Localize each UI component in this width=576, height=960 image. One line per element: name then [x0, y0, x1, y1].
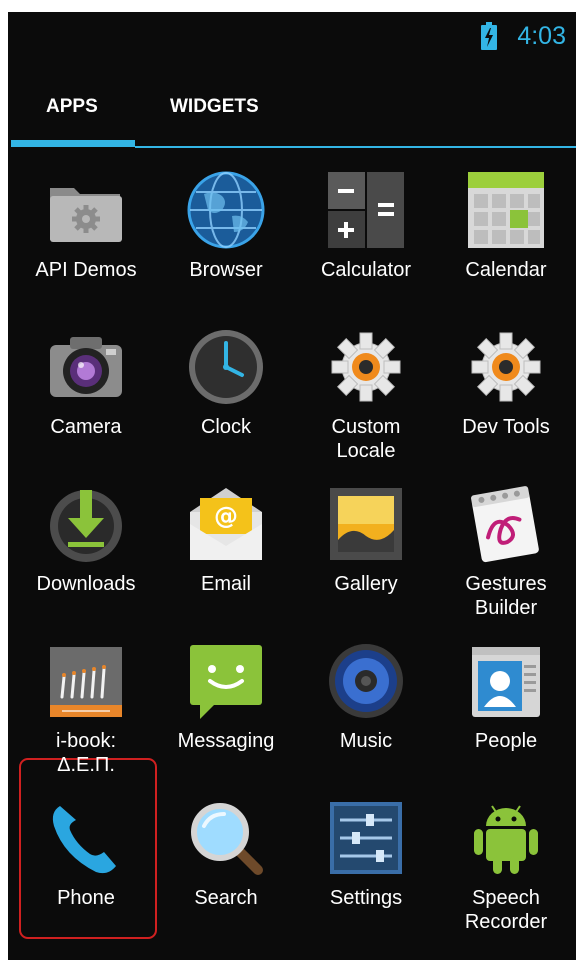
app-gallery[interactable]: Gallery — [296, 468, 436, 620]
svg-text:@: @ — [214, 502, 238, 530]
magnifier-icon — [191, 803, 263, 875]
app-label: People — [474, 730, 538, 752]
app-dev-tools[interactable]: Dev Tools — [436, 311, 576, 463]
app-label: API Demos — [35, 259, 137, 281]
gear-icon — [331, 332, 401, 402]
app-label: Dev Tools — [462, 416, 550, 438]
app-label: Custom Locale — [331, 416, 401, 462]
app-label: Settings — [329, 887, 403, 909]
folder-gear-icon — [50, 188, 122, 242]
app-ibook-dep[interactable]: i-book: Δ.Ε.Π. — [16, 625, 156, 777]
calculator-icon — [328, 172, 404, 248]
tab-selected-indicator — [11, 140, 135, 147]
app-label: Email — [200, 573, 251, 595]
app-settings[interactable]: Settings — [296, 782, 436, 934]
app-calculator[interactable]: Calculator — [296, 154, 436, 306]
battery-charging-icon — [481, 22, 497, 50]
status-bar: 4:03 — [8, 12, 576, 62]
app-custom-locale[interactable]: Custom Locale — [296, 311, 436, 463]
app-label: Calculator — [320, 259, 412, 281]
gesture-pad-icon — [471, 486, 539, 563]
speaker-icon — [329, 644, 403, 718]
tab-bar: APPS WIDGETS — [8, 62, 576, 154]
app-label: Calendar — [465, 259, 547, 281]
status-clock: 4:03 — [517, 22, 566, 50]
app-grid: API Demos Browser Calculator Calendar Ca… — [8, 154, 576, 960]
download-icon — [50, 490, 122, 562]
envelope-icon: @ — [190, 488, 262, 560]
app-api-demos[interactable]: API Demos — [16, 154, 156, 306]
app-label: Music — [339, 730, 393, 752]
app-drawer-screen: 4:03 APPS WIDGETS API Demos Browser Calc… — [8, 12, 576, 960]
app-label: Messaging — [177, 730, 275, 752]
globe-icon — [187, 171, 265, 249]
app-label: Speech Recorder — [464, 887, 548, 933]
app-label: Clock — [200, 416, 251, 438]
phone-handset-icon — [52, 806, 116, 874]
calendar-icon — [468, 172, 544, 248]
camera-icon — [50, 337, 122, 397]
app-browser[interactable]: Browser — [156, 154, 296, 306]
app-label: Camera — [50, 416, 122, 438]
tab-widgets[interactable]: WIDGETS — [170, 96, 259, 118]
app-music[interactable]: Music — [296, 625, 436, 777]
tab-divider — [135, 146, 576, 148]
app-search[interactable]: Search — [156, 782, 296, 934]
clock-icon — [189, 330, 263, 404]
gear-icon — [471, 332, 541, 402]
app-phone[interactable]: Phone — [16, 782, 156, 934]
app-messaging[interactable]: Messaging — [156, 625, 296, 777]
picture-frame-icon — [330, 488, 402, 560]
app-label: Gestures Builder — [465, 573, 547, 619]
app-label: Browser — [189, 259, 263, 281]
speech-bubble-icon — [190, 645, 262, 719]
app-calendar[interactable]: Calendar — [436, 154, 576, 306]
contact-card-icon — [472, 647, 540, 717]
app-camera[interactable]: Camera — [16, 311, 156, 463]
ibook-icon — [50, 647, 122, 717]
app-label: Search — [194, 887, 258, 909]
app-label: Phone — [57, 887, 115, 909]
app-email[interactable]: @ Email — [156, 468, 296, 620]
app-people[interactable]: People — [436, 625, 576, 777]
app-gestures-builder[interactable]: Gestures Builder — [436, 468, 576, 620]
app-label: i-book: Δ.Ε.Π. — [55, 730, 117, 776]
app-downloads[interactable]: Downloads — [16, 468, 156, 620]
tab-apps[interactable]: APPS — [46, 96, 98, 118]
app-label: Downloads — [36, 573, 136, 595]
app-speech-recorder[interactable]: Speech Recorder — [436, 782, 576, 934]
sliders-icon — [330, 802, 402, 874]
app-label: Gallery — [334, 573, 398, 595]
app-clock[interactable]: Clock — [156, 311, 296, 463]
android-robot-icon — [474, 805, 538, 874]
